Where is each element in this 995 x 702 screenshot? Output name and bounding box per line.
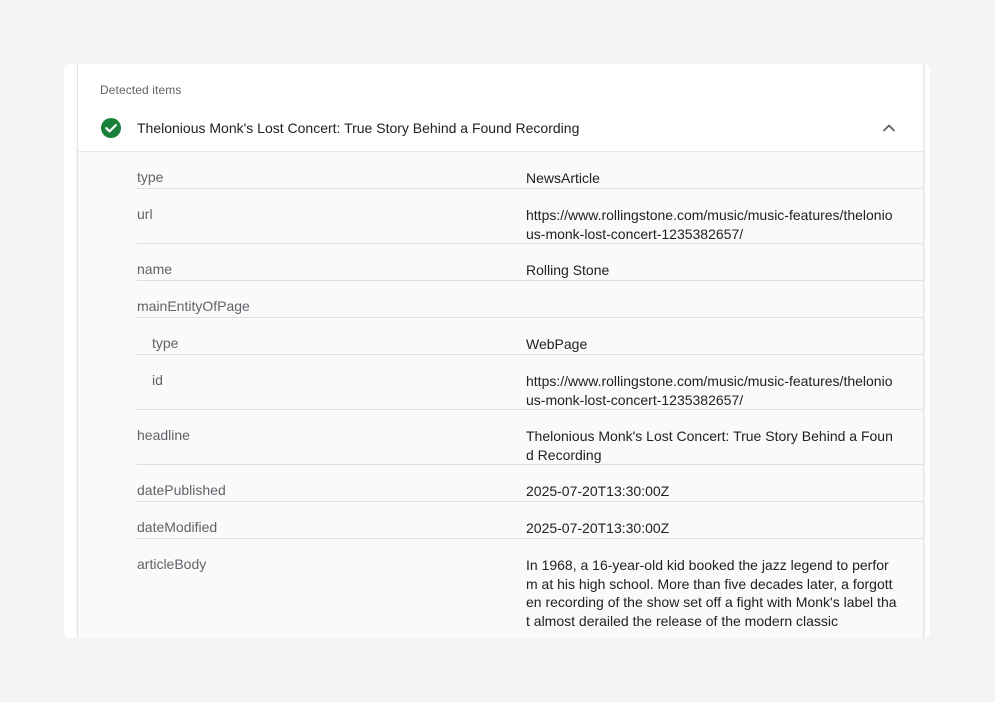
table-row: dateModified 2025-07-20T13:30:00Z	[137, 502, 923, 539]
detected-item-title: Thelonious Monk's Lost Concert: True Sto…	[137, 120, 580, 136]
row-key: headline	[137, 427, 190, 443]
row-value: In 1968, a 16-year-old kid booked the ja…	[526, 557, 897, 629]
table-row: mainEntityOfPage	[137, 281, 923, 318]
table-row: name Rolling Stone	[137, 244, 923, 281]
row-value: Rolling Stone	[526, 262, 610, 278]
row-value: https://www.rollingstone.com/music/music…	[526, 373, 893, 408]
table-row: url https://www.rollingstone.com/music/m…	[137, 189, 923, 244]
row-value: 2025-07-20T13:30:00Z	[526, 520, 670, 536]
row-key: articleBody	[137, 556, 207, 572]
row-key: mainEntityOfPage	[137, 298, 250, 314]
row-value: NewsArticle	[526, 170, 600, 186]
row-value: 2025-07-20T13:30:00Z	[526, 483, 670, 499]
table-row-nested: type WebPage	[137, 318, 923, 355]
chevron-up-icon[interactable]	[879, 120, 899, 136]
row-key: type	[137, 169, 164, 185]
check-circle-icon	[101, 118, 121, 138]
row-key: id	[152, 372, 163, 388]
row-key: dateModified	[137, 519, 218, 535]
row-key: type	[152, 335, 179, 351]
table-row: headline Thelonious Monk's Lost Concert:…	[137, 410, 923, 465]
detected-item-header[interactable]: Thelonious Monk's Lost Concert: True Sto…	[78, 112, 923, 152]
detected-items-card: Detected items Thelonious Monk's Lost Co…	[64, 64, 930, 638]
row-key: url	[137, 206, 153, 222]
table-row: articleBody In 1968, a 16-year-old kid b…	[137, 539, 923, 638]
row-key: datePublished	[137, 482, 226, 498]
table-row-nested: id https://www.rollingstone.com/music/mu…	[137, 355, 923, 410]
structured-data-table: type NewsArticle url https://www.rolling…	[78, 152, 923, 638]
detected-items-panel: Detected items Thelonious Monk's Lost Co…	[77, 64, 924, 638]
table-row: datePublished 2025-07-20T13:30:00Z	[137, 465, 923, 502]
section-label: Detected items	[100, 83, 182, 97]
row-key: name	[137, 261, 173, 277]
table-row: type NewsArticle	[137, 152, 923, 189]
row-value: WebPage	[526, 336, 588, 352]
row-value: https://www.rollingstone.com/music/music…	[526, 207, 893, 242]
row-value: Thelonious Monk's Lost Concert: True Sto…	[526, 428, 893, 463]
